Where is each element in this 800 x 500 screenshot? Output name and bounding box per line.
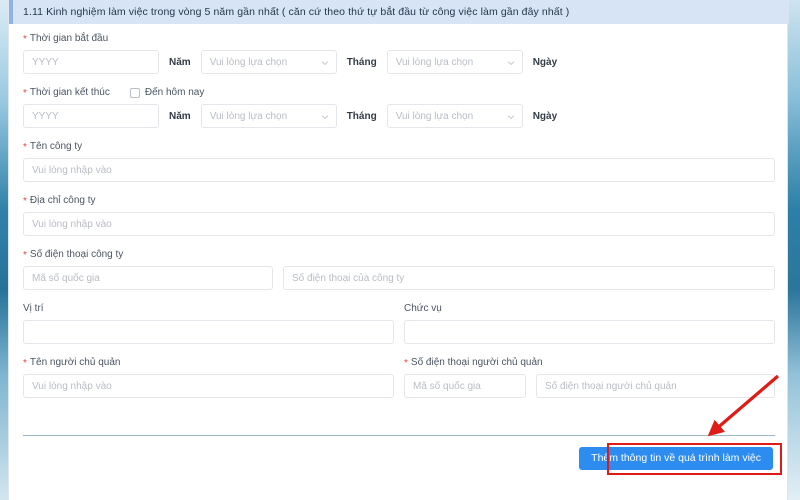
- start-year-unit: Năm: [169, 57, 191, 68]
- start-day-unit: Ngày: [533, 57, 557, 68]
- field-job-title: Chức vụ: [404, 303, 775, 344]
- start-year-placeholder: YYYY: [32, 57, 59, 68]
- supervisor-name-input[interactable]: Vui lòng nhập vào: [23, 374, 394, 398]
- field-start-time: * Thời gian bắt đầu YYYY Năm Vui lòng lự…: [23, 33, 775, 74]
- supervisor-phone-controls: Mã số quốc gia Số điện thoại người chủ q…: [404, 374, 775, 398]
- field-position-jobtitle: Vị trí Chức vụ: [23, 303, 775, 344]
- form-card: 1.11 Kinh nghiệm làm việc trong vòng 5 n…: [8, 0, 788, 500]
- company-name-input[interactable]: Vui lòng nhập vào: [23, 158, 775, 182]
- required-asterisk-icon: *: [23, 89, 27, 99]
- end-year-placeholder: YYYY: [32, 111, 59, 122]
- company-phone-number-input[interactable]: Số điện thoại của công ty: [283, 266, 775, 290]
- required-asterisk-icon: *: [23, 197, 27, 207]
- label-position-text: Vị trí: [23, 303, 44, 315]
- supervisor-phone-country-code-input[interactable]: Mã số quốc gia: [404, 374, 526, 398]
- company-phone-controls: Mã số quốc gia Số điện thoại của công ty: [23, 266, 775, 290]
- company-address-placeholder: Vui lòng nhập vào: [32, 219, 112, 230]
- start-month-placeholder: Vui lòng lựa chọn: [210, 57, 288, 68]
- label-supervisor-name-text: Tên người chủ quản: [30, 357, 121, 369]
- footer-divider: [23, 435, 775, 436]
- label-supervisor-phone: * Số điện thoại người chủ quản: [404, 357, 775, 369]
- start-month-unit: Tháng: [347, 57, 377, 68]
- today-checkbox-label: Đến hôm nay: [145, 87, 204, 99]
- form-footer: Thêm thông tin về quá trình làm việc: [9, 447, 789, 470]
- start-month-select[interactable]: Vui lòng lựa chọn: [201, 50, 337, 74]
- label-company-name-text: Tên công ty: [30, 141, 82, 153]
- add-work-experience-button[interactable]: Thêm thông tin về quá trình làm việc: [579, 447, 773, 470]
- field-company-name: * Tên công ty Vui lòng nhập vào: [23, 141, 775, 182]
- section-header: 1.11 Kinh nghiệm làm việc trong vòng 5 n…: [9, 0, 789, 24]
- company-phone-country-code-placeholder: Mã số quốc gia: [32, 273, 100, 284]
- company-address-input[interactable]: Vui lòng nhập vào: [23, 212, 775, 236]
- end-day-unit: Ngày: [533, 111, 557, 122]
- label-job-title-text: Chức vụ: [404, 303, 442, 315]
- label-start-time: * Thời gian bắt đầu: [23, 33, 775, 45]
- label-company-address: * Địa chỉ công ty: [23, 195, 775, 207]
- required-asterisk-icon: *: [23, 35, 27, 45]
- company-name-placeholder: Vui lòng nhập vào: [32, 165, 112, 176]
- start-time-controls: YYYY Năm Vui lòng lựa chọn Tháng Vui lòn…: [23, 50, 775, 74]
- label-job-title: Chức vụ: [404, 303, 775, 315]
- label-position: Vị trí: [23, 303, 394, 315]
- end-year-input[interactable]: YYYY: [23, 104, 159, 128]
- start-day-select[interactable]: Vui lòng lựa chọn: [387, 50, 523, 74]
- field-supervisor-name: * Tên người chủ quản Vui lòng nhập vào: [23, 357, 394, 398]
- section-title: 1.11 Kinh nghiệm làm việc trong vòng 5 n…: [13, 6, 569, 18]
- end-time-controls: YYYY Năm Vui lòng lựa chọn Tháng Vui lòn…: [23, 104, 775, 128]
- chevron-down-icon: [507, 59, 514, 66]
- field-company-address: * Địa chỉ công ty Vui lòng nhập vào: [23, 195, 775, 236]
- label-company-phone: * Số điện thoại công ty: [23, 249, 775, 261]
- field-company-phone: * Số điện thoại công ty Mã số quốc gia S…: [23, 249, 775, 290]
- label-end-time-text: Thời gian kết thúc: [30, 87, 110, 99]
- chevron-down-icon: [321, 113, 328, 120]
- field-supervisor: * Tên người chủ quản Vui lòng nhập vào *…: [23, 357, 775, 398]
- end-month-unit: Tháng: [347, 111, 377, 122]
- company-phone-country-code-input[interactable]: Mã số quốc gia: [23, 266, 273, 290]
- position-input[interactable]: [23, 320, 394, 344]
- label-supervisor-phone-text: Số điện thoại người chủ quản: [411, 357, 543, 369]
- required-asterisk-icon: *: [404, 359, 408, 369]
- field-end-time: * Thời gian kết thúc Đến hôm nay YYYY Nă…: [23, 87, 775, 128]
- start-year-input[interactable]: YYYY: [23, 50, 159, 74]
- supervisor-phone-country-code-placeholder: Mã số quốc gia: [413, 381, 481, 392]
- form-body: * Thời gian bắt đầu YYYY Năm Vui lòng lự…: [9, 24, 789, 398]
- end-year-unit: Năm: [169, 111, 191, 122]
- supervisor-phone-number-input[interactable]: Số điện thoại người chủ quản: [536, 374, 775, 398]
- end-month-placeholder: Vui lòng lựa chọn: [210, 111, 288, 122]
- today-checkbox-group[interactable]: Đến hôm nay: [130, 87, 204, 99]
- label-company-phone-text: Số điện thoại công ty: [30, 249, 123, 261]
- chevron-down-icon: [507, 113, 514, 120]
- label-start-time-text: Thời gian bắt đầu: [30, 33, 108, 45]
- required-asterisk-icon: *: [23, 359, 27, 369]
- label-supervisor-name: * Tên người chủ quản: [23, 357, 394, 369]
- end-day-placeholder: Vui lòng lựa chọn: [396, 111, 474, 122]
- checkbox-unchecked-icon[interactable]: [130, 88, 140, 98]
- start-day-placeholder: Vui lòng lựa chọn: [396, 57, 474, 68]
- label-company-address-text: Địa chỉ công ty: [30, 195, 96, 207]
- chevron-down-icon: [321, 59, 328, 66]
- supervisor-name-placeholder: Vui lòng nhập vào: [32, 381, 112, 392]
- field-position: Vị trí: [23, 303, 394, 344]
- label-end-time: * Thời gian kết thúc Đến hôm nay: [23, 87, 775, 99]
- company-phone-number-placeholder: Số điện thoại của công ty: [292, 273, 404, 284]
- job-title-input[interactable]: [404, 320, 775, 344]
- end-day-select[interactable]: Vui lòng lựa chọn: [387, 104, 523, 128]
- required-asterisk-icon: *: [23, 251, 27, 261]
- end-month-select[interactable]: Vui lòng lựa chọn: [201, 104, 337, 128]
- supervisor-phone-number-placeholder: Số điện thoại người chủ quản: [545, 381, 677, 392]
- field-supervisor-phone: * Số điện thoại người chủ quản Mã số quố…: [404, 357, 775, 398]
- label-company-name: * Tên công ty: [23, 141, 775, 153]
- required-asterisk-icon: *: [23, 143, 27, 153]
